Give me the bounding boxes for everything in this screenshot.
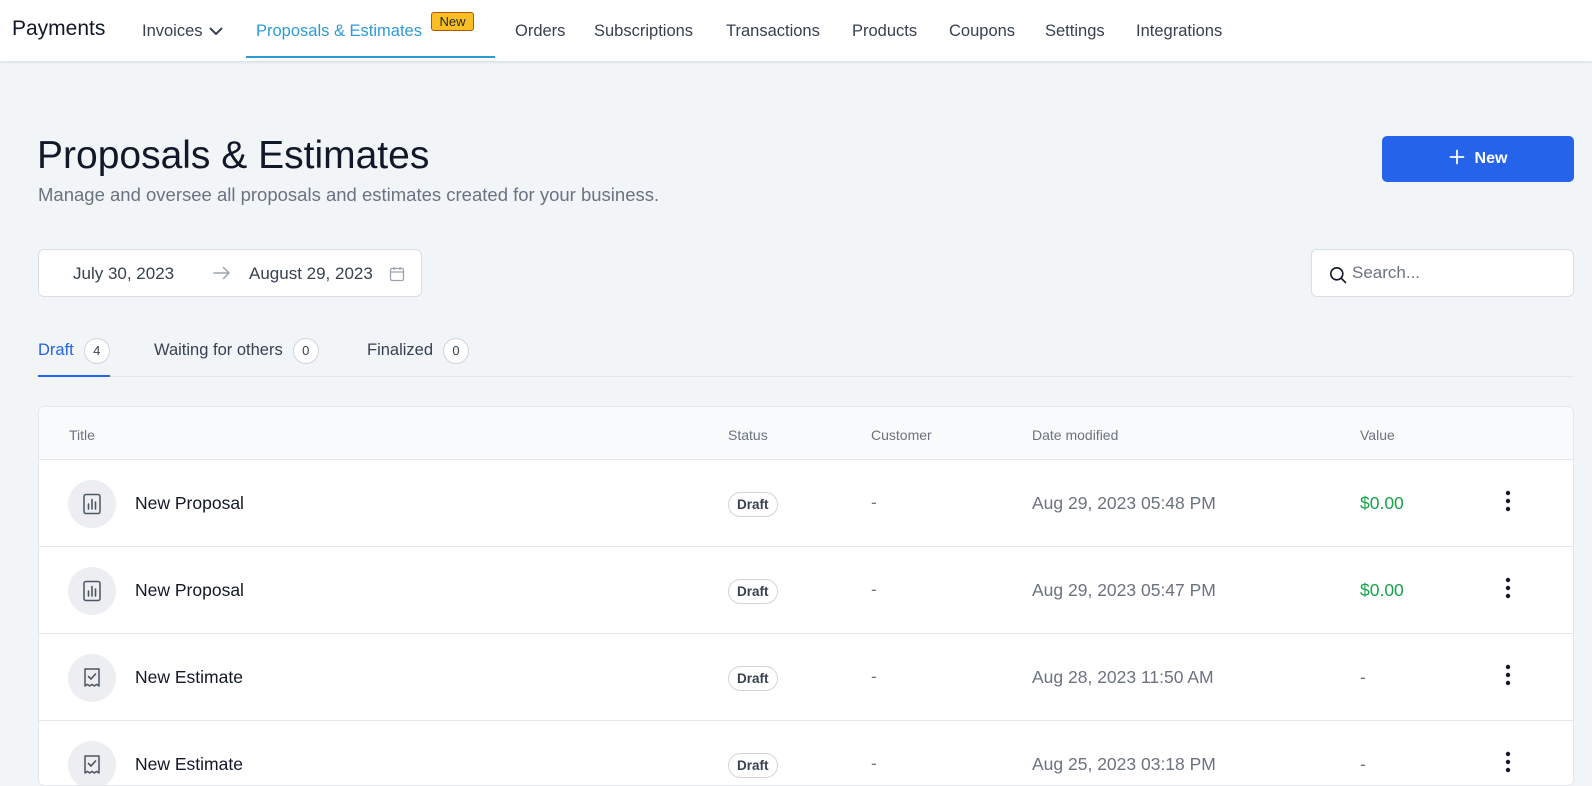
- row-title[interactable]: New Proposal: [135, 493, 244, 514]
- tab-draft[interactable]: Draft 4: [38, 338, 110, 377]
- nav-item-label: Proposals & Estimates: [256, 22, 422, 40]
- page-subtitle: Manage and oversee all proposals and est…: [38, 184, 660, 205]
- row-date-modified: Aug 25, 2023 03:18 PM: [1032, 754, 1216, 774]
- row-title[interactable]: New Proposal: [135, 580, 244, 601]
- more-options-icon[interactable]: [1498, 575, 1518, 601]
- row-customer: -: [871, 493, 877, 512]
- more-options-icon[interactable]: [1498, 662, 1518, 688]
- new-badge: New: [431, 12, 474, 31]
- more-options-icon[interactable]: [1498, 488, 1518, 514]
- proposals-table: Title Status Customer Date modified Valu…: [38, 406, 1574, 786]
- search-input[interactable]: [1352, 260, 1562, 286]
- estimate-icon: [68, 741, 116, 785]
- nav-item-proposals-estimates[interactable]: Proposals & Estimates: [256, 22, 422, 41]
- row-title[interactable]: New Estimate: [135, 667, 243, 688]
- nav-item-invoices[interactable]: Invoices: [142, 22, 223, 41]
- row-customer: -: [871, 754, 877, 773]
- tab-count: 0: [443, 338, 470, 364]
- app-title: Payments: [12, 17, 106, 40]
- status-badge: Draft: [728, 753, 778, 778]
- column-header-customer[interactable]: Customer: [871, 427, 932, 443]
- new-button[interactable]: New: [1382, 136, 1574, 182]
- column-header-title[interactable]: Title: [69, 427, 95, 443]
- tab-label: Finalized: [367, 341, 434, 359]
- date-range-picker[interactable]: July 30, 2023 August 29, 2023: [38, 249, 422, 297]
- row-customer: -: [871, 580, 877, 599]
- nav-item-label: Invoices: [142, 22, 203, 40]
- table-row[interactable]: New Estimate Draft - Aug 28, 2023 11:50 …: [39, 634, 1573, 721]
- top-navigation: Payments Invoices Proposals & Estimates …: [0, 0, 1592, 61]
- arrow-right-icon: [213, 266, 231, 285]
- nav-item-orders[interactable]: Orders: [515, 22, 565, 41]
- more-options-icon[interactable]: [1498, 749, 1518, 775]
- status-badge: Draft: [728, 666, 778, 691]
- status-badge: Draft: [728, 492, 778, 517]
- proposal-icon: [68, 480, 116, 528]
- date-range-start[interactable]: July 30, 2023: [73, 264, 174, 284]
- nav-item-integrations[interactable]: Integrations: [1136, 22, 1222, 41]
- column-header-status[interactable]: Status: [728, 427, 768, 443]
- tab-waiting-for-others[interactable]: Waiting for others 0: [154, 338, 319, 377]
- table-row[interactable]: New Proposal Draft - Aug 29, 2023 05:47 …: [39, 547, 1573, 634]
- search-box[interactable]: [1311, 249, 1574, 297]
- row-value: -: [1360, 754, 1366, 774]
- nav-item-coupons[interactable]: Coupons: [949, 22, 1015, 41]
- column-header-value[interactable]: Value: [1360, 427, 1395, 443]
- row-value: $0.00: [1360, 580, 1404, 600]
- date-range-end[interactable]: August 29, 2023: [249, 264, 373, 284]
- column-header-date-modified[interactable]: Date modified: [1032, 427, 1118, 443]
- row-customer: -: [871, 667, 877, 686]
- proposal-icon: [68, 567, 116, 615]
- status-badge: Draft: [728, 579, 778, 604]
- search-icon: [1329, 266, 1347, 289]
- estimate-icon: [68, 654, 116, 702]
- table-header: Title Status Customer Date modified Valu…: [39, 407, 1573, 460]
- nav-item-subscriptions[interactable]: Subscriptions: [594, 22, 693, 41]
- row-title[interactable]: New Estimate: [135, 754, 243, 775]
- row-value: $0.00: [1360, 493, 1404, 513]
- new-button-label: New: [1474, 150, 1508, 167]
- chevron-down-icon: [209, 22, 223, 41]
- tab-count: 0: [292, 338, 319, 364]
- row-date-modified: Aug 28, 2023 11:50 AM: [1032, 667, 1214, 687]
- tab-label: Draft: [38, 341, 74, 359]
- nav-item-products[interactable]: Products: [852, 22, 917, 41]
- nav-item-settings[interactable]: Settings: [1045, 22, 1105, 41]
- table-row[interactable]: New Estimate Draft - Aug 25, 2023 03:18 …: [39, 721, 1573, 785]
- tab-label: Waiting for others: [154, 341, 283, 359]
- calendar-icon: [389, 266, 405, 287]
- plus-icon: [1449, 149, 1465, 170]
- row-date-modified: Aug 29, 2023 05:47 PM: [1032, 580, 1216, 600]
- row-date-modified: Aug 29, 2023 05:48 PM: [1032, 493, 1216, 513]
- nav-item-transactions[interactable]: Transactions: [726, 22, 820, 41]
- active-nav-indicator: [246, 56, 495, 58]
- tab-finalized[interactable]: Finalized 0: [367, 338, 470, 377]
- table-row[interactable]: New Proposal Draft - Aug 29, 2023 05:48 …: [39, 460, 1573, 547]
- page-title: Proposals & Estimates: [37, 134, 430, 177]
- tab-count: 4: [83, 338, 110, 364]
- row-value: -: [1360, 667, 1366, 687]
